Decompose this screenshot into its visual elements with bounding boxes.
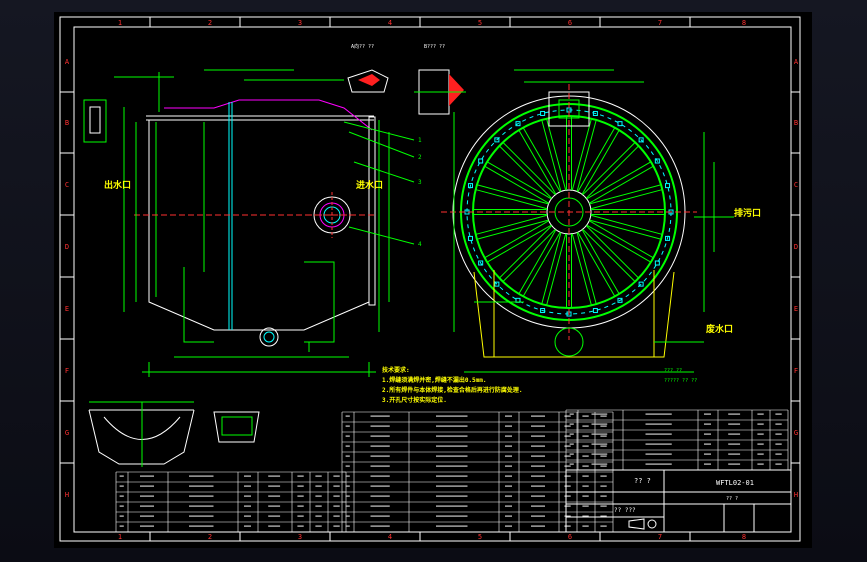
grid-row-left: A <box>65 58 70 66</box>
grid-row-left: C <box>65 181 69 189</box>
grid-row-left: B <box>65 119 69 127</box>
product-name: ?? ? <box>634 477 651 485</box>
grid-row-right: A <box>794 58 799 66</box>
grid-col-top: 8 <box>742 19 746 27</box>
sheet-inner-frame <box>73 26 792 533</box>
grid-col-top: 7 <box>658 19 662 27</box>
grid-col-bottom: 7 <box>658 533 662 541</box>
grid-col-top: 6 <box>568 19 572 27</box>
grid-row-right: H <box>794 491 798 499</box>
callout-number: 4 <box>418 241 422 248</box>
notes-line: 1.焊缝须满焊并密,焊缝不漏出0.5mm. <box>382 376 487 384</box>
label-bottom-outlet: 废水口 <box>706 323 733 335</box>
grid-col-top: 4 <box>388 19 392 27</box>
scale-label: ?? ? <box>726 496 738 502</box>
plan-label: ??? ?? <box>664 368 682 374</box>
grid-col-bottom: 4 <box>388 533 392 541</box>
drain-nozzle[interactable] <box>259 327 279 347</box>
callout-number: 2 <box>418 154 422 161</box>
part-name: ?? ??? <box>614 507 636 514</box>
front-elevation-view[interactable]: 1 2 3 4 出水口 进水口 <box>83 69 422 377</box>
plan-view-annotations: 排污口 废水口 ??? ?? ????? ?? ?? <box>453 69 761 384</box>
section-b-title: B??? ?? <box>424 44 445 50</box>
magenta-cone <box>164 99 373 131</box>
grid-row-right: D <box>794 243 798 251</box>
grid-col-top: 5 <box>478 19 482 27</box>
grid-row-right: C <box>794 181 798 189</box>
grid-row-left: F <box>65 367 69 375</box>
label-outlet: 出水口 <box>104 179 131 191</box>
drawing-number: WFTL02-01 <box>716 479 754 487</box>
notes-title: 技术要求: <box>382 366 410 374</box>
grid-col-bottom: 5 <box>478 533 482 541</box>
grid-row-right: B <box>794 119 798 127</box>
sheet-outer-border <box>59 16 801 542</box>
grid-row-right: F <box>794 367 798 375</box>
grid-row-left: E <box>65 305 69 313</box>
grid-row-right: G <box>794 429 798 437</box>
grid-col-top: 1 <box>118 19 122 27</box>
title-block[interactable]: WFTL02-01 ?? ? ?? ??? ?? ? <box>565 469 792 533</box>
support-detail-view[interactable] <box>88 401 260 467</box>
vessel-outline <box>148 120 370 331</box>
drawing-viewport[interactable]: 1 2 3 4 5 6 7 8 1 2 3 4 5 6 7 8 A B C D … <box>54 12 812 548</box>
grid-col-bottom: 3 <box>298 533 302 541</box>
grid-row-left: H <box>65 491 69 499</box>
grid-ticks <box>60 17 800 541</box>
notes-line: 2.所有焊件与本体焊接,检查合格后再进行防腐处理. <box>382 386 522 394</box>
cad-drawing-canvas[interactable]: 1 2 3 4 5 6 7 8 1 2 3 4 5 6 7 8 A B C D … <box>54 12 812 548</box>
bill-of-materials-left[interactable] <box>115 471 347 533</box>
grid-col-bottom: 6 <box>568 533 572 541</box>
grid-col-bottom: 1 <box>118 533 122 541</box>
callout-number: 3 <box>418 179 422 186</box>
projection-symbol-icon <box>628 518 657 530</box>
grid-col-top: 3 <box>298 19 302 27</box>
grid-row-labels: A B C D E F G H A B C D E F G H <box>65 58 799 499</box>
section-a-title: A向?? ?? <box>351 43 374 50</box>
label-inlet: 进水口 <box>356 179 383 191</box>
grid-col-top: 2 <box>208 19 212 27</box>
grid-row-left: D <box>65 243 69 251</box>
grid-row-left: G <box>65 429 69 437</box>
bill-of-materials-right[interactable] <box>565 409 789 471</box>
section-detail-a[interactable]: A向?? ?? <box>347 43 389 93</box>
plan-label: ????? ?? ?? <box>664 378 697 384</box>
callout-number: 1 <box>418 137 422 144</box>
notes-line: 3.开孔尺寸按实际定位. <box>382 396 447 404</box>
section-detail-b[interactable]: B??? ?? <box>414 44 466 115</box>
grid-row-right: E <box>794 305 798 313</box>
grid-col-bottom: 8 <box>742 533 746 541</box>
grid-col-bottom: 2 <box>208 533 212 541</box>
cad-application-window: 1 2 3 4 5 6 7 8 1 2 3 4 5 6 7 8 A B C D … <box>0 0 867 562</box>
label-drain: 排污口 <box>734 207 761 219</box>
